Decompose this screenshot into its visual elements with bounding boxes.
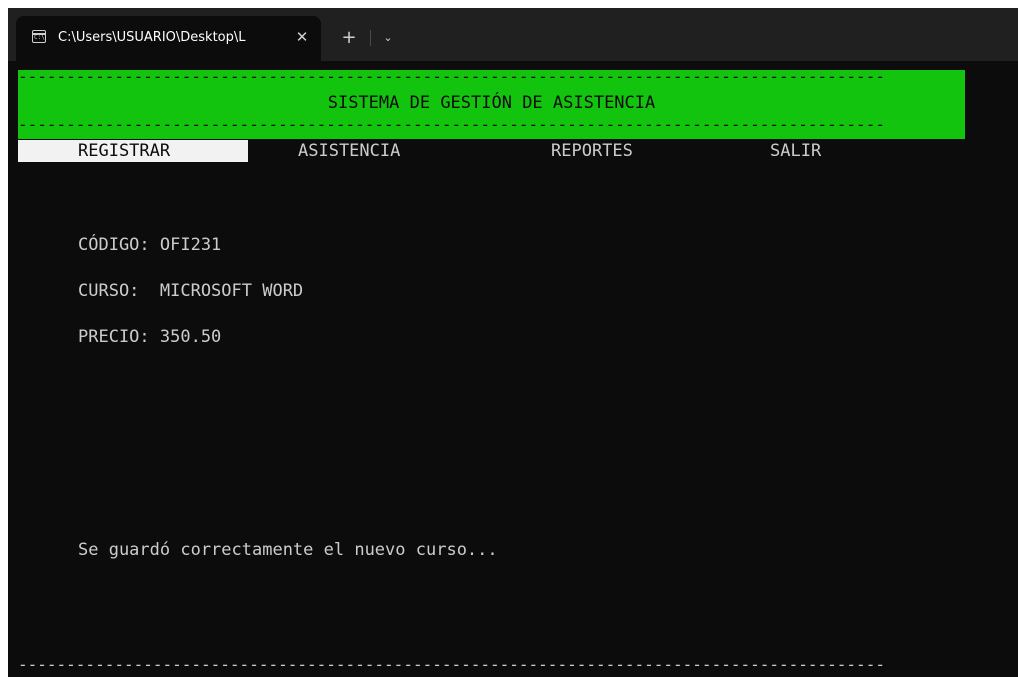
- tab-title: C:\Users\USUARIO\Desktop\L: [58, 30, 246, 45]
- command-prompt-icon-text: C:\: [34, 34, 45, 41]
- tab-bar: C:\ C:\Users\USUARIO\Desktop\L ✕ + ⌄: [8, 8, 1018, 61]
- curso-field: CURSO: MICROSOFT WORD: [78, 281, 304, 301]
- terminal-output[interactable]: ----------------------------------------…: [8, 61, 1018, 677]
- menu-item-salir[interactable]: SALIR: [770, 140, 821, 162]
- banner-top-border: ----------------------------------------…: [18, 69, 885, 85]
- banner-title: SISTEMA DE GESTIÓN DE ASISTENCIA: [327, 93, 656, 113]
- chevron-down-icon[interactable]: ⌄: [378, 28, 398, 48]
- menu-item-asistencia[interactable]: ASISTENCIA: [298, 140, 400, 162]
- codigo-field: CÓDIGO: OFI231: [78, 235, 222, 255]
- terminal-window: C:\ C:\Users\USUARIO\Desktop\L ✕ + ⌄ ---…: [8, 8, 1018, 677]
- command-prompt-icon: C:\: [32, 30, 46, 43]
- close-icon[interactable]: ✕: [292, 27, 312, 47]
- banner-bottom-border: ----------------------------------------…: [18, 117, 885, 133]
- menu-item-label: REGISTRAR: [78, 141, 171, 161]
- menu-item-registrar[interactable]: REGISTRAR: [18, 140, 248, 162]
- new-tab-button[interactable]: +: [339, 28, 359, 48]
- menu-item-reportes[interactable]: REPORTES: [551, 140, 633, 162]
- bottom-border: ----------------------------------------…: [18, 657, 885, 673]
- tab-command-prompt[interactable]: C:\ C:\Users\USUARIO\Desktop\L ✕: [16, 16, 321, 61]
- status-message: Se guardó correctamente el nuevo curso..…: [78, 540, 498, 560]
- precio-field: PRECIO: 350.50: [78, 327, 222, 347]
- tab-separator: [370, 30, 371, 46]
